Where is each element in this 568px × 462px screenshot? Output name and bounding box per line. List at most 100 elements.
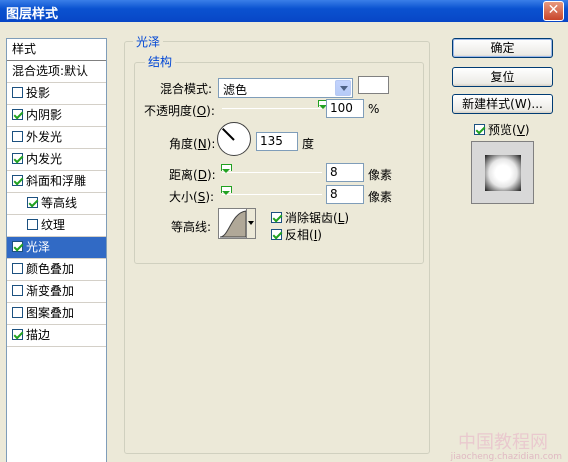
contour-curve-icon (219, 210, 247, 238)
style-item-label: 纹理 (41, 218, 66, 232)
style-item-checkbox[interactable] (12, 263, 23, 274)
watermark-logo: 中国教程网 (458, 432, 548, 453)
chevron-down-icon[interactable] (335, 80, 351, 96)
title-bar: 图层样式 ✕ (0, 0, 568, 22)
style-item[interactable]: 内阴影 (7, 105, 106, 127)
size-input[interactable]: 8 (326, 185, 364, 204)
angle-label-post: ): (206, 137, 216, 151)
satin-group-title: 光泽 (133, 33, 164, 50)
angle-label: 角度(N): (169, 135, 215, 152)
angle-label-pre: 角度( (169, 137, 198, 151)
styles-list-header[interactable]: 样式 (7, 39, 106, 61)
structure-group-title: 结构 (145, 53, 176, 70)
preview-label-pre: 预览( (488, 123, 517, 137)
style-item-checkbox[interactable] (27, 197, 38, 208)
style-item-checkbox[interactable] (12, 241, 23, 252)
style-item-label: 内阴影 (26, 108, 63, 122)
window-title: 图层样式 (6, 7, 59, 22)
style-item[interactable]: 纹理 (7, 215, 106, 237)
style-item[interactable]: 渐变叠加 (7, 281, 106, 303)
antialias-label-pre: 消除锯齿( (285, 211, 338, 225)
style-item-label: 光泽 (26, 240, 51, 254)
style-item-checkbox[interactable] (27, 219, 38, 230)
styles-list: 样式 混合选项:默认 投影内阴影外发光内发光斜面和浮雕等高线纹理光泽颜色叠加渐变… (6, 38, 107, 462)
style-item-label: 图案叠加 (26, 306, 75, 320)
size-slider-track[interactable] (222, 194, 322, 195)
style-item-label: 描边 (26, 328, 51, 342)
style-item-label: 渐变叠加 (26, 284, 75, 298)
style-item-checkbox[interactable] (12, 109, 23, 120)
opacity-label-pre: 不透明度( (144, 104, 197, 118)
distance-label-pre: 距离( (169, 168, 198, 182)
opacity-unit: % (368, 102, 380, 116)
opacity-label-post: ): (206, 104, 215, 118)
distance-slider-thumb[interactable] (221, 164, 232, 174)
style-item[interactable]: 光泽 (7, 237, 106, 259)
style-item[interactable]: 外发光 (7, 127, 106, 149)
distance-label-key: D (197, 168, 207, 182)
style-item[interactable]: 斜面和浮雕 (7, 171, 106, 193)
style-item-label: 斜面和浮雕 (26, 174, 87, 188)
preview-label-post: ) (524, 123, 530, 137)
blend-options-label: 混合选项:默认 (12, 64, 89, 78)
style-item-checkbox[interactable] (12, 329, 23, 340)
invert-label-post: ) (317, 228, 322, 242)
blend-options-item[interactable]: 混合选项:默认 (7, 61, 106, 83)
style-item[interactable]: 颜色叠加 (7, 259, 106, 281)
contour-picker[interactable] (218, 208, 256, 239)
reset-button[interactable]: 复位 (452, 67, 553, 87)
style-item[interactable]: 内发光 (7, 149, 106, 171)
style-item-checkbox[interactable] (12, 153, 23, 164)
style-item-checkbox[interactable] (12, 285, 23, 296)
distance-unit: 像素 (368, 168, 393, 182)
angle-unit: 度 (302, 137, 315, 151)
opacity-slider-track[interactable] (222, 108, 322, 109)
style-item-checkbox[interactable] (12, 87, 23, 98)
distance-slider-track[interactable] (222, 172, 322, 173)
contour-dropdown-arrow-icon[interactable] (246, 209, 255, 238)
opacity-input[interactable]: 100 (326, 99, 364, 118)
distance-label-post: ): (206, 168, 216, 182)
color-swatch[interactable] (358, 76, 389, 94)
style-item-label: 等高线 (41, 196, 78, 210)
antialias-check-icon (271, 212, 282, 223)
contour-label: 等高线: (171, 220, 212, 234)
style-item-label: 外发光 (26, 130, 63, 144)
style-item[interactable]: 描边 (7, 325, 106, 347)
invert-checkbox[interactable]: 反相(I) (271, 226, 322, 243)
angle-dial-needle (221, 127, 235, 141)
style-item[interactable]: 投影 (7, 83, 106, 105)
angle-dial[interactable] (217, 122, 251, 156)
size-label: 大小(S): (169, 188, 214, 205)
style-item-checkbox[interactable] (12, 307, 23, 318)
blend-mode-select[interactable]: 滤色 (218, 78, 353, 98)
preview-label-key: V (516, 123, 525, 137)
style-preview (471, 141, 534, 204)
invert-check-icon (271, 229, 282, 240)
preview-check-icon (474, 124, 485, 135)
invert-label-pre: 反相( (285, 228, 314, 242)
style-item-label: 内发光 (26, 152, 63, 166)
style-item[interactable]: 等高线 (7, 193, 106, 215)
size-label-pre: 大小( (169, 190, 198, 204)
opacity-label-key: O (196, 104, 207, 118)
ok-button[interactable]: 确定 (452, 38, 553, 58)
antialias-checkbox[interactable]: 消除锯齿(L) (271, 209, 349, 226)
style-item[interactable]: 图案叠加 (7, 303, 106, 325)
blend-mode-value: 滤色 (223, 83, 248, 97)
preview-checkbox[interactable]: 预览(V) (474, 121, 530, 138)
style-item-checkbox[interactable] (12, 175, 23, 186)
new-style-button[interactable]: 新建样式(W)... (452, 94, 553, 114)
style-item-label: 投影 (26, 86, 51, 100)
angle-input[interactable]: 135 (256, 132, 298, 151)
watermark-url: jiaocheng.chazidian.com (450, 452, 562, 462)
close-button[interactable]: ✕ (543, 1, 564, 21)
size-label-post: ): (205, 190, 215, 204)
antialias-label-post: ) (344, 211, 350, 225)
styles-header-label: 样式 (12, 42, 37, 56)
size-slider-thumb[interactable] (221, 186, 232, 196)
size-unit: 像素 (368, 190, 393, 204)
style-item-checkbox[interactable] (12, 131, 23, 142)
style-item-label: 颜色叠加 (26, 262, 75, 276)
distance-input[interactable]: 8 (326, 163, 364, 182)
